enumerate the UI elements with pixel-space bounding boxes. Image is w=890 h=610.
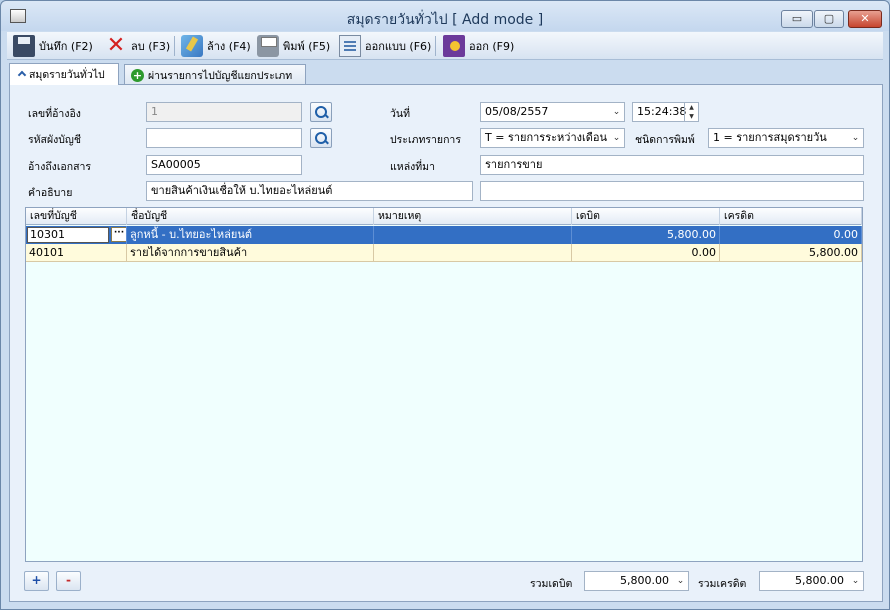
col-header-note[interactable]: หมายเหตุ: [374, 208, 572, 225]
table-row[interactable]: 10301 ··· ลูกหนี้ - บ.ไทยอะไหล่ยนต์ 5,80…: [26, 226, 862, 244]
maximize-button[interactable]: ▢: [814, 10, 844, 28]
clear-button[interactable]: ล้าง (F4): [181, 34, 251, 58]
window-title: สมุดรายวันทั่วไป [ Add mode ]: [346, 12, 544, 28]
total-debit-value: 5,800.00: [620, 574, 669, 587]
cell-account-name[interactable]: รายได้จากการขายสินค้า: [127, 244, 374, 262]
tab-post-ledger[interactable]: + ผ่านรายการไปบัญชีแยกประเภท: [124, 64, 306, 85]
tab-general-journal[interactable]: สมุดรายวันทั่วไป: [9, 63, 119, 85]
remove-row-button[interactable]: -: [56, 571, 81, 591]
design-label: ออกแบบ (F6): [365, 40, 432, 53]
print-type-label: ชนิดการพิมพ์: [635, 134, 695, 146]
chevron-down-icon[interactable]: ⌄: [609, 103, 624, 121]
col-header-account-name[interactable]: ชื่อบัญชี: [127, 208, 374, 225]
account-chart-field[interactable]: [146, 128, 302, 148]
cell-account-no[interactable]: 10301 ···: [26, 226, 127, 244]
print-button[interactable]: พิมพ์ (F5): [257, 34, 330, 58]
time-value: 15:24:38: [637, 105, 687, 118]
description-label: คำอธิบาย: [28, 187, 73, 199]
report-design-icon: [339, 35, 361, 57]
type-select[interactable]: T = รายการระหว่างเดือน ⌄: [480, 128, 625, 148]
ref-no-label: เลขที่อ้างอิง: [28, 108, 81, 120]
design-button[interactable]: ออกแบบ (F6): [339, 34, 431, 58]
toolbar-separator: [435, 36, 436, 56]
chevron-down-icon[interactable]: ⌄: [848, 572, 863, 590]
time-field[interactable]: 15:24:38 ▲ ▼: [632, 102, 699, 122]
print-type-value: 1 = รายการสมุดรายวัน: [713, 131, 827, 144]
total-credit-value: 5,800.00: [795, 574, 844, 587]
tab-label: สมุดรายวันทั่วไป: [29, 69, 105, 81]
doc-ref-field[interactable]: SA00005: [146, 155, 302, 175]
ref-no-search-button[interactable]: [310, 102, 332, 122]
table-row[interactable]: 40101 รายได้จากการขายสินค้า 0.00 5,800.0…: [26, 244, 862, 262]
type-label: ประเภทรายการ: [390, 134, 461, 146]
chevron-down-icon[interactable]: ⌄: [609, 129, 624, 147]
clear-label: ล้าง (F4): [207, 40, 251, 53]
add-row-button[interactable]: +: [24, 571, 49, 591]
chevron-down-icon[interactable]: ⌄: [848, 129, 863, 147]
toolbar-separator: [174, 36, 175, 56]
ref-no-field[interactable]: 1: [146, 102, 302, 122]
account-chart-label: รหัสผังบัญชี: [28, 134, 81, 146]
printer-icon: [257, 35, 279, 57]
source-field[interactable]: รายการขาย: [480, 155, 864, 175]
save-label: บันทึก (F2): [39, 40, 93, 53]
app-window: สมุดรายวันทั่วไป [ Add mode ] ▭ ▢ ✕ บันท…: [0, 0, 890, 610]
account-no-editor[interactable]: 10301: [27, 227, 109, 243]
col-header-credit[interactable]: เครดิต: [720, 208, 862, 225]
cell-credit[interactable]: 0.00: [720, 226, 862, 244]
close-button[interactable]: ✕: [848, 10, 882, 28]
journal-grid[interactable]: เลขที่บัญชี ชื่อบัญชี หมายเหตุ เดบิต เคร…: [25, 207, 863, 562]
date-field[interactable]: 05/08/2557 ⌄: [480, 102, 625, 122]
cell-credit[interactable]: 5,800.00: [720, 244, 862, 262]
save-icon: [13, 35, 35, 57]
pin-icon: [17, 70, 27, 79]
time-spinner[interactable]: ▲ ▼: [684, 103, 698, 121]
source-label: แหล่งที่มา: [390, 161, 435, 173]
print-type-select[interactable]: 1 = รายการสมุดรายวัน ⌄: [708, 128, 864, 148]
delete-icon: ✕: [106, 33, 126, 58]
delete-label: ลบ (F3): [131, 40, 171, 53]
account-chart-search-button[interactable]: [310, 128, 332, 148]
minimize-button[interactable]: ▭: [781, 10, 813, 28]
cell-debit[interactable]: 5,800.00: [572, 226, 720, 244]
cell-account-name[interactable]: ลูกหนี้ - บ.ไทยอะไหล่ยนต์: [127, 226, 374, 244]
doc-ref-label: อ้างถึงเอกสาร: [28, 161, 92, 173]
description-field[interactable]: ขายสินค้าเงินเชื่อให้ บ.ไทยอะไหล่ยนต์: [146, 181, 473, 201]
col-header-debit[interactable]: เดบิต: [572, 208, 720, 225]
exit-icon: [443, 35, 465, 57]
total-debit-label: รวมเดบิต: [530, 578, 573, 590]
ellipsis-button[interactable]: ···: [111, 227, 126, 242]
grid-header: เลขที่บัญชี ชื่อบัญชี หมายเหตุ เดบิต เคร…: [26, 208, 862, 225]
add-circle-icon: +: [131, 68, 144, 82]
description-extra-field[interactable]: [480, 181, 864, 201]
cell-note[interactable]: [374, 244, 572, 262]
date-value: 05/08/2557: [485, 105, 549, 118]
main-panel: เลขที่อ้างอิง 1 วันที่ 05/08/2557 ⌄ 15:2…: [9, 84, 883, 602]
type-value: T = รายการระหว่างเดือน: [485, 131, 608, 144]
tab-label: ผ่านรายการไปบัญชีแยกประเภท: [148, 69, 293, 82]
title-bar[interactable]: สมุดรายวันทั่วไป [ Add mode ] ▭ ▢ ✕: [1, 1, 889, 31]
save-button[interactable]: บันทึก (F2): [13, 34, 93, 58]
toolbar: บันทึก (F2) ✕ ลบ (F3) ล้าง (F4) พิมพ์ (F…: [7, 32, 883, 60]
delete-button[interactable]: ✕ ลบ (F3): [105, 34, 170, 58]
print-label: พิมพ์ (F5): [283, 40, 331, 53]
total-credit-field[interactable]: 5,800.00 ⌄: [759, 571, 864, 591]
col-header-account-no[interactable]: เลขที่บัญชี: [26, 208, 127, 225]
cell-note[interactable]: [374, 226, 572, 244]
total-debit-field[interactable]: 5,800.00 ⌄: [584, 571, 689, 591]
date-label: วันที่: [390, 108, 410, 120]
exit-label: ออก (F9): [469, 40, 515, 53]
total-credit-label: รวมเครดิต: [698, 578, 747, 590]
cell-account-no[interactable]: 40101: [26, 244, 127, 262]
chevron-down-icon[interactable]: ⌄: [673, 572, 688, 590]
cell-debit[interactable]: 0.00: [572, 244, 720, 262]
exit-button[interactable]: ออก (F9): [443, 34, 514, 58]
clear-icon: [181, 35, 203, 57]
